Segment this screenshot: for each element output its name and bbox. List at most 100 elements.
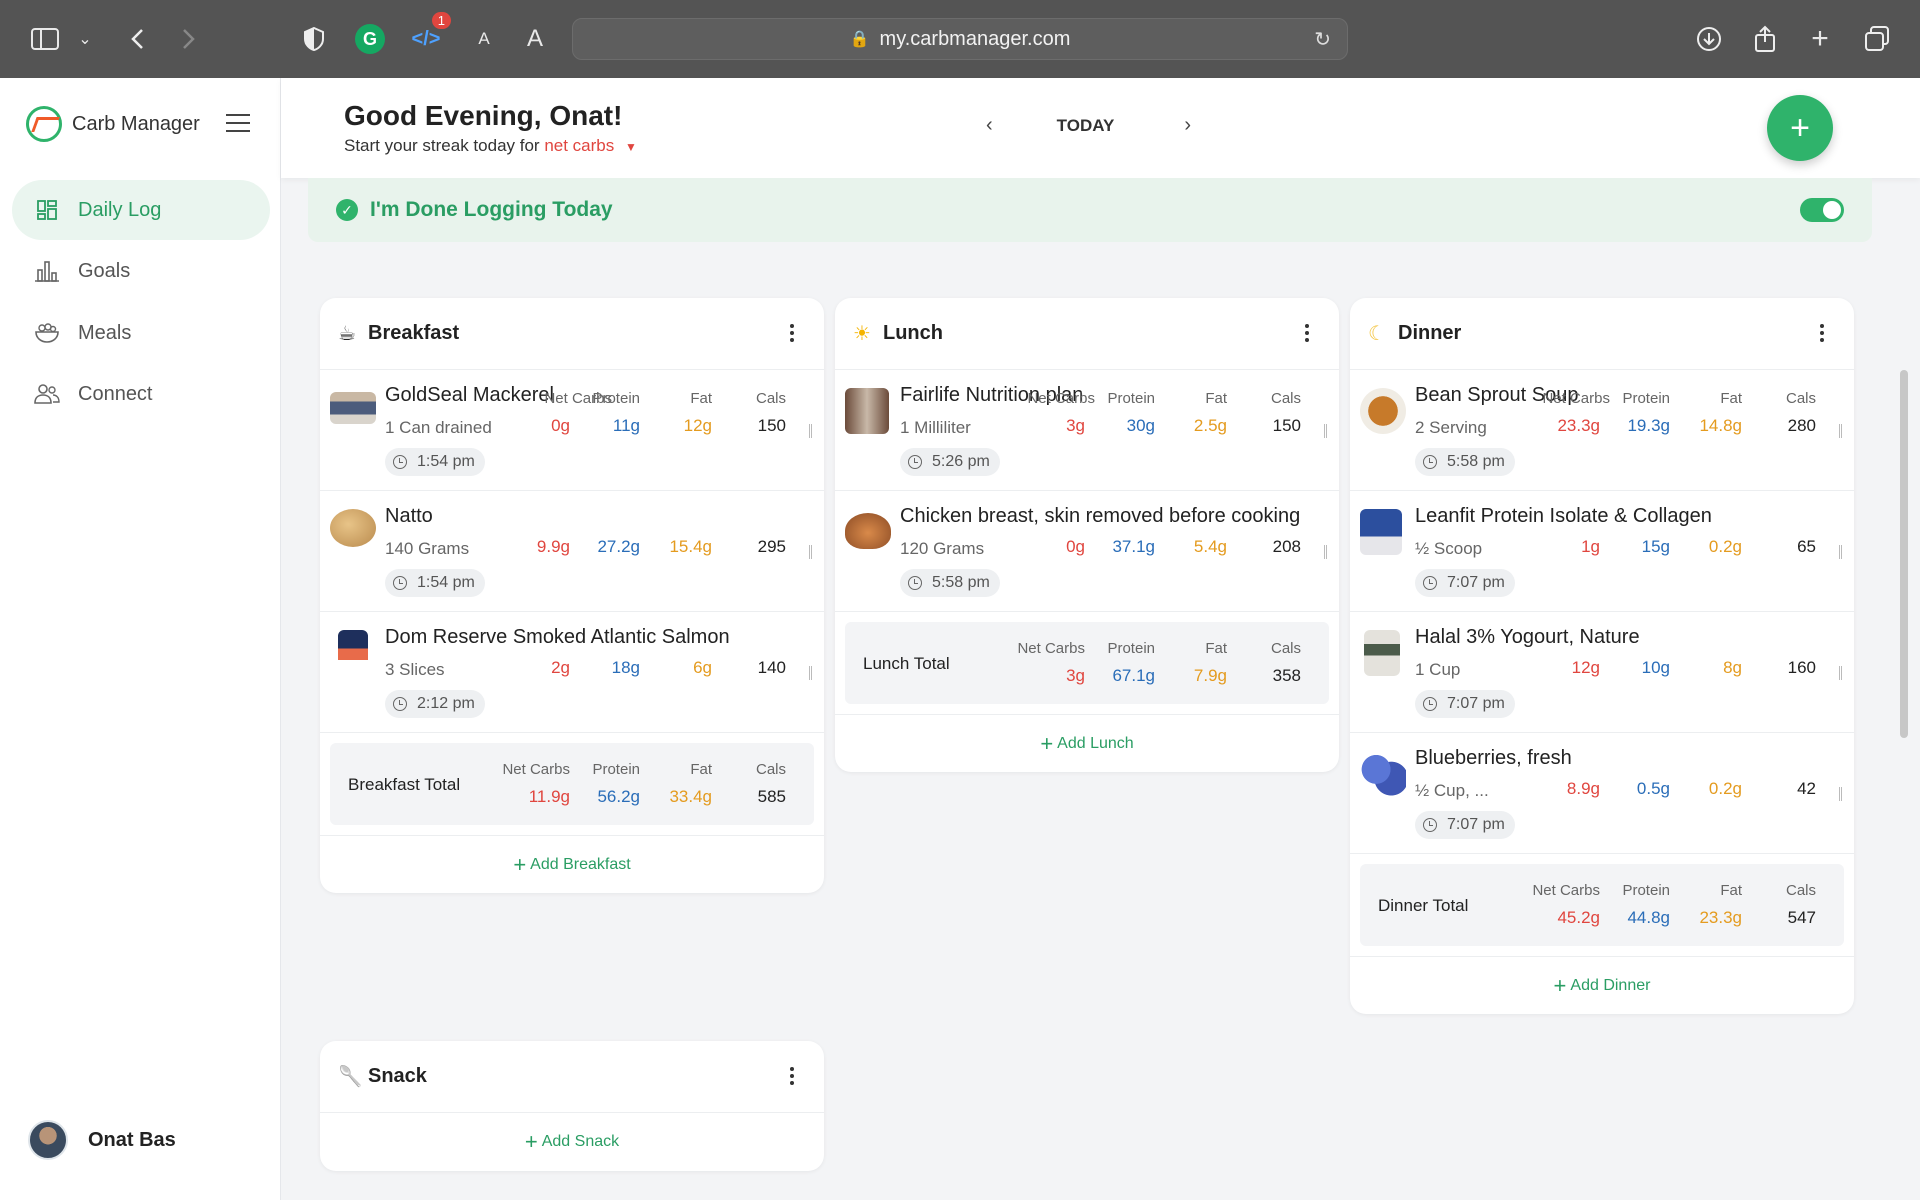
food-time: 5:58 pm xyxy=(900,569,1000,597)
drag-handle-icon[interactable] xyxy=(1324,424,1327,438)
drag-handle-icon[interactable] xyxy=(1839,787,1842,801)
tabs-overview-icon[interactable] xyxy=(1858,20,1896,58)
cals-value: 150 xyxy=(757,416,786,435)
url-bar[interactable]: 🔒 my.carbmanager.com ↻ xyxy=(572,18,1348,60)
grammarly-icon[interactable]: G xyxy=(351,20,389,58)
food-item[interactable]: Blueberries, fresh ½ Cup, ... 7:07 pm 8.… xyxy=(1350,733,1854,854)
column-header-protein: Protein xyxy=(1107,390,1155,407)
add-lunch-button[interactable]: + Add Lunch xyxy=(835,714,1339,772)
more-options-icon[interactable] xyxy=(790,1067,794,1088)
card-header: ☕ Breakfast xyxy=(320,298,824,370)
total-net-carbs: 45.2g xyxy=(1557,908,1600,927)
spoon-icon: 🥄 xyxy=(338,1066,363,1088)
drag-handle-icon[interactable] xyxy=(1839,666,1842,680)
food-time-label: 1:54 pm xyxy=(417,574,475,591)
clock-icon xyxy=(393,455,407,469)
bar-chart-icon xyxy=(34,259,60,283)
sidebar-toggle-icon[interactable] xyxy=(26,20,64,58)
food-time-label: 7:07 pm xyxy=(1447,574,1505,591)
food-item[interactable]: Halal 3% Yogourt, Nature 1 Cup 7:07 pm 1… xyxy=(1350,612,1854,733)
page-title: Good Evening, Onat! xyxy=(344,100,623,131)
column-header-cals: Cals xyxy=(1785,882,1816,899)
reload-icon[interactable]: ↻ xyxy=(1314,27,1331,52)
column-header-cals: Cals xyxy=(755,390,786,407)
add-food-button[interactable]: + xyxy=(1767,95,1833,161)
new-tab-icon[interactable]: + xyxy=(1801,20,1839,58)
more-options-icon[interactable] xyxy=(1820,324,1824,345)
streak-metric-dropdown[interactable]: net carbs xyxy=(544,136,614,155)
font-smaller-button[interactable]: A xyxy=(465,20,503,58)
download-icon[interactable] xyxy=(1690,20,1728,58)
food-item[interactable]: GoldSeal Mackerel 1 Can drained 1:54 pm … xyxy=(320,370,824,491)
total-cals: 547 xyxy=(1787,908,1816,927)
previous-day-icon[interactable]: ‹ xyxy=(986,114,993,137)
food-thumbnail xyxy=(1364,630,1400,676)
food-time: 2:12 pm xyxy=(385,690,485,718)
food-item[interactable]: Dom Reserve Smoked Atlantic Salmon 3 Sli… xyxy=(320,612,824,733)
protein-value: 11g xyxy=(612,416,640,435)
sidebar-item-daily-log[interactable]: Daily Log xyxy=(12,180,270,240)
food-item[interactable]: Chicken breast, skin removed before cook… xyxy=(835,491,1339,612)
plus-icon: + xyxy=(1553,972,1567,998)
add-breakfast-button[interactable]: + Add Breakfast xyxy=(320,835,824,893)
drag-handle-icon[interactable] xyxy=(809,424,812,438)
protein-value: 18g xyxy=(611,658,640,677)
chevron-down-icon[interactable]: ⌄ xyxy=(66,20,104,58)
food-quantity: 140 Grams xyxy=(385,539,470,558)
clock-icon xyxy=(393,697,407,711)
drag-handle-icon[interactable] xyxy=(809,545,812,559)
sidebar-item-label: Connect xyxy=(78,382,153,405)
total-fat: 33.4g xyxy=(669,787,712,806)
fat-value: 0.2g xyxy=(1708,779,1742,798)
food-time-label: 5:58 pm xyxy=(932,574,990,591)
food-name: GoldSeal Mackerel xyxy=(385,384,554,406)
sidebar-item-goals[interactable]: Goals xyxy=(12,241,270,301)
done-logging-toggle[interactable] xyxy=(1800,198,1844,222)
fat-value: 2.5g xyxy=(1193,416,1227,435)
user-profile[interactable]: Onat Bas xyxy=(28,1120,176,1160)
brand-name: Carb Manager xyxy=(72,112,200,135)
column-header-protein: Protein xyxy=(592,761,640,778)
drag-handle-icon[interactable] xyxy=(1839,424,1842,438)
hamburger-menu-icon[interactable] xyxy=(226,114,250,132)
net-carbs-value: 2g xyxy=(551,658,570,677)
add-dinner-button[interactable]: + Add Dinner xyxy=(1350,956,1854,1014)
food-time: 7:07 pm xyxy=(1415,569,1515,597)
food-thumbnail xyxy=(330,392,376,424)
more-options-icon[interactable] xyxy=(790,324,794,345)
meal-total: Breakfast Total Net Carbs Protein Fat Ca… xyxy=(330,743,814,825)
food-item[interactable]: Leanfit Protein Isolate & Collagen ½ Sco… xyxy=(1350,491,1854,612)
sidebar-item-meals[interactable]: Meals xyxy=(12,303,270,363)
column-header-fat: Fat xyxy=(1720,390,1742,407)
font-larger-button[interactable]: A xyxy=(516,20,554,58)
caret-down-icon[interactable]: ▼ xyxy=(625,140,637,154)
food-item[interactable]: Fairlife Nutrition plan 1 Milliliter 5:2… xyxy=(835,370,1339,491)
clock-icon xyxy=(1423,697,1437,711)
next-day-icon[interactable]: › xyxy=(1184,114,1191,137)
cals-value: 280 xyxy=(1787,416,1816,435)
food-time: 7:07 pm xyxy=(1415,811,1515,839)
food-thumbnail xyxy=(1360,751,1406,797)
more-options-icon[interactable] xyxy=(1305,324,1309,345)
streak-message: Start your streak today for net carbs ▼ xyxy=(344,136,637,156)
add-snack-button[interactable]: + Add Snack xyxy=(320,1113,824,1171)
page-scrollbar[interactable] xyxy=(1900,370,1908,738)
drag-handle-icon[interactable] xyxy=(1839,545,1842,559)
protein-value: 27.2g xyxy=(597,537,640,556)
current-day-label[interactable]: TODAY xyxy=(1057,116,1115,136)
share-icon[interactable] xyxy=(1746,20,1784,58)
food-time: 5:26 pm xyxy=(900,448,1000,476)
column-header-cals: Cals xyxy=(1785,390,1816,407)
brand[interactable]: Carb Manager xyxy=(26,106,200,142)
food-thumbnail xyxy=(330,509,376,547)
drag-handle-icon[interactable] xyxy=(809,666,812,680)
food-item[interactable]: Bean Sprout Soup 2 Serving 5:58 pm Net C… xyxy=(1350,370,1854,491)
back-icon[interactable] xyxy=(118,20,156,58)
drag-handle-icon[interactable] xyxy=(1324,545,1327,559)
shield-icon[interactable] xyxy=(295,20,333,58)
code-extension-icon[interactable]: </> 1 xyxy=(407,12,451,58)
food-item[interactable]: Natto 140 Grams 1:54 pm 9.9g 27.2g 15.4g… xyxy=(320,491,824,612)
total-protein: 44.8g xyxy=(1627,908,1670,927)
forward-icon[interactable] xyxy=(170,20,208,58)
sidebar-item-connect[interactable]: Connect xyxy=(12,364,270,424)
